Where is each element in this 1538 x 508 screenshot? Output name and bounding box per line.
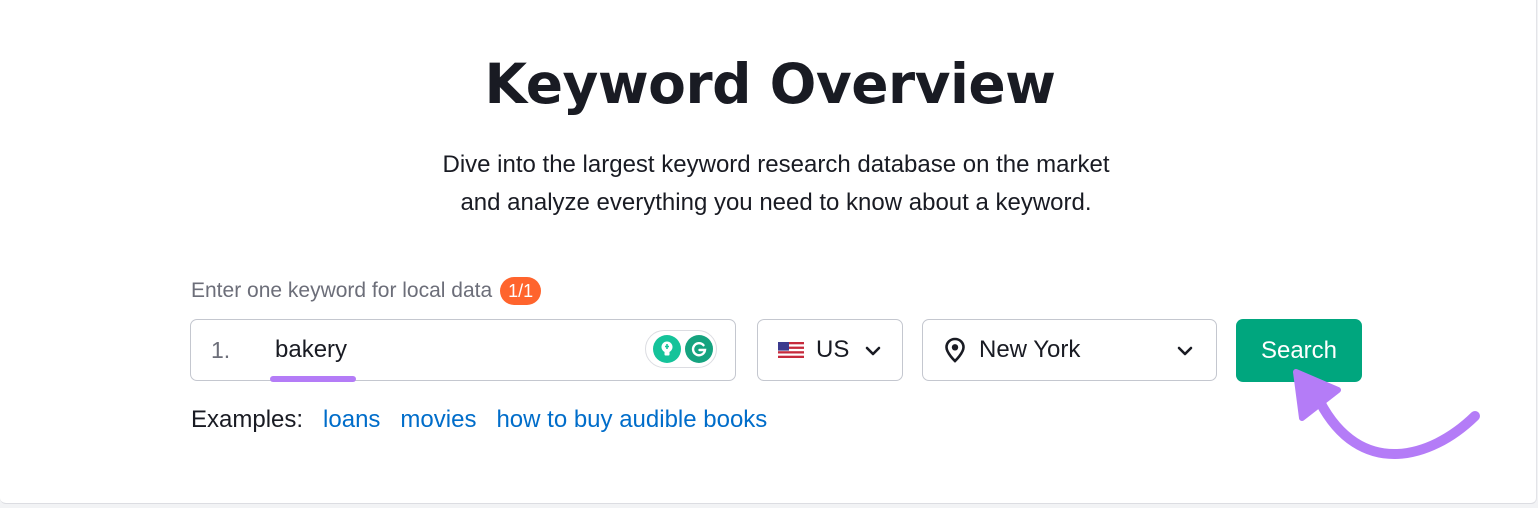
examples-label: Examples: [191, 406, 304, 433]
chevron-down-icon [865, 346, 881, 356]
keyword-counter-badge: 1/1 [500, 277, 542, 305]
database-select[interactable]: US [757, 319, 903, 381]
chevron-down-icon [1177, 346, 1193, 356]
keyword-label-text: Enter one keyword for local data [191, 279, 493, 302]
location-pin-icon [945, 337, 965, 363]
grammarly-extension-widget[interactable] [645, 330, 717, 368]
keyword-index: 1. [211, 337, 231, 363]
examples-row: Examples: loans movies how to buy audibl… [191, 406, 767, 434]
example-link-loans[interactable]: loans [323, 406, 380, 434]
database-value: US [816, 336, 850, 363]
keyword-overview-card: Keyword Overview Dive into the largest k… [0, 0, 1537, 504]
subtitle-line-1: Dive into the largest keyword research d… [442, 151, 1110, 178]
example-link-movies[interactable]: movies [400, 406, 476, 434]
example-link-audible-books[interactable]: how to buy audible books [496, 406, 767, 434]
location-value: New York [979, 336, 1081, 363]
annotation-arrow-icon [1293, 369, 1480, 459]
keyword-input[interactable]: 1. bakery [190, 319, 736, 382]
location-select[interactable]: New York [922, 319, 1217, 381]
page-subtitle: Dive into the largest keyword research d… [0, 146, 1538, 222]
keyword-input-label: Enter one keyword for local data 1/1 [191, 277, 542, 305]
keyword-highlight-underline [270, 376, 356, 382]
us-flag-icon [778, 342, 804, 358]
lightbulb-icon[interactable] [653, 335, 681, 363]
grammarly-icon[interactable] [685, 335, 713, 363]
subtitle-line-2: and analyze everything you need to know … [460, 189, 1092, 216]
keyword-value[interactable]: bakery [275, 336, 347, 364]
page-title: Keyword Overview [484, 52, 1056, 116]
